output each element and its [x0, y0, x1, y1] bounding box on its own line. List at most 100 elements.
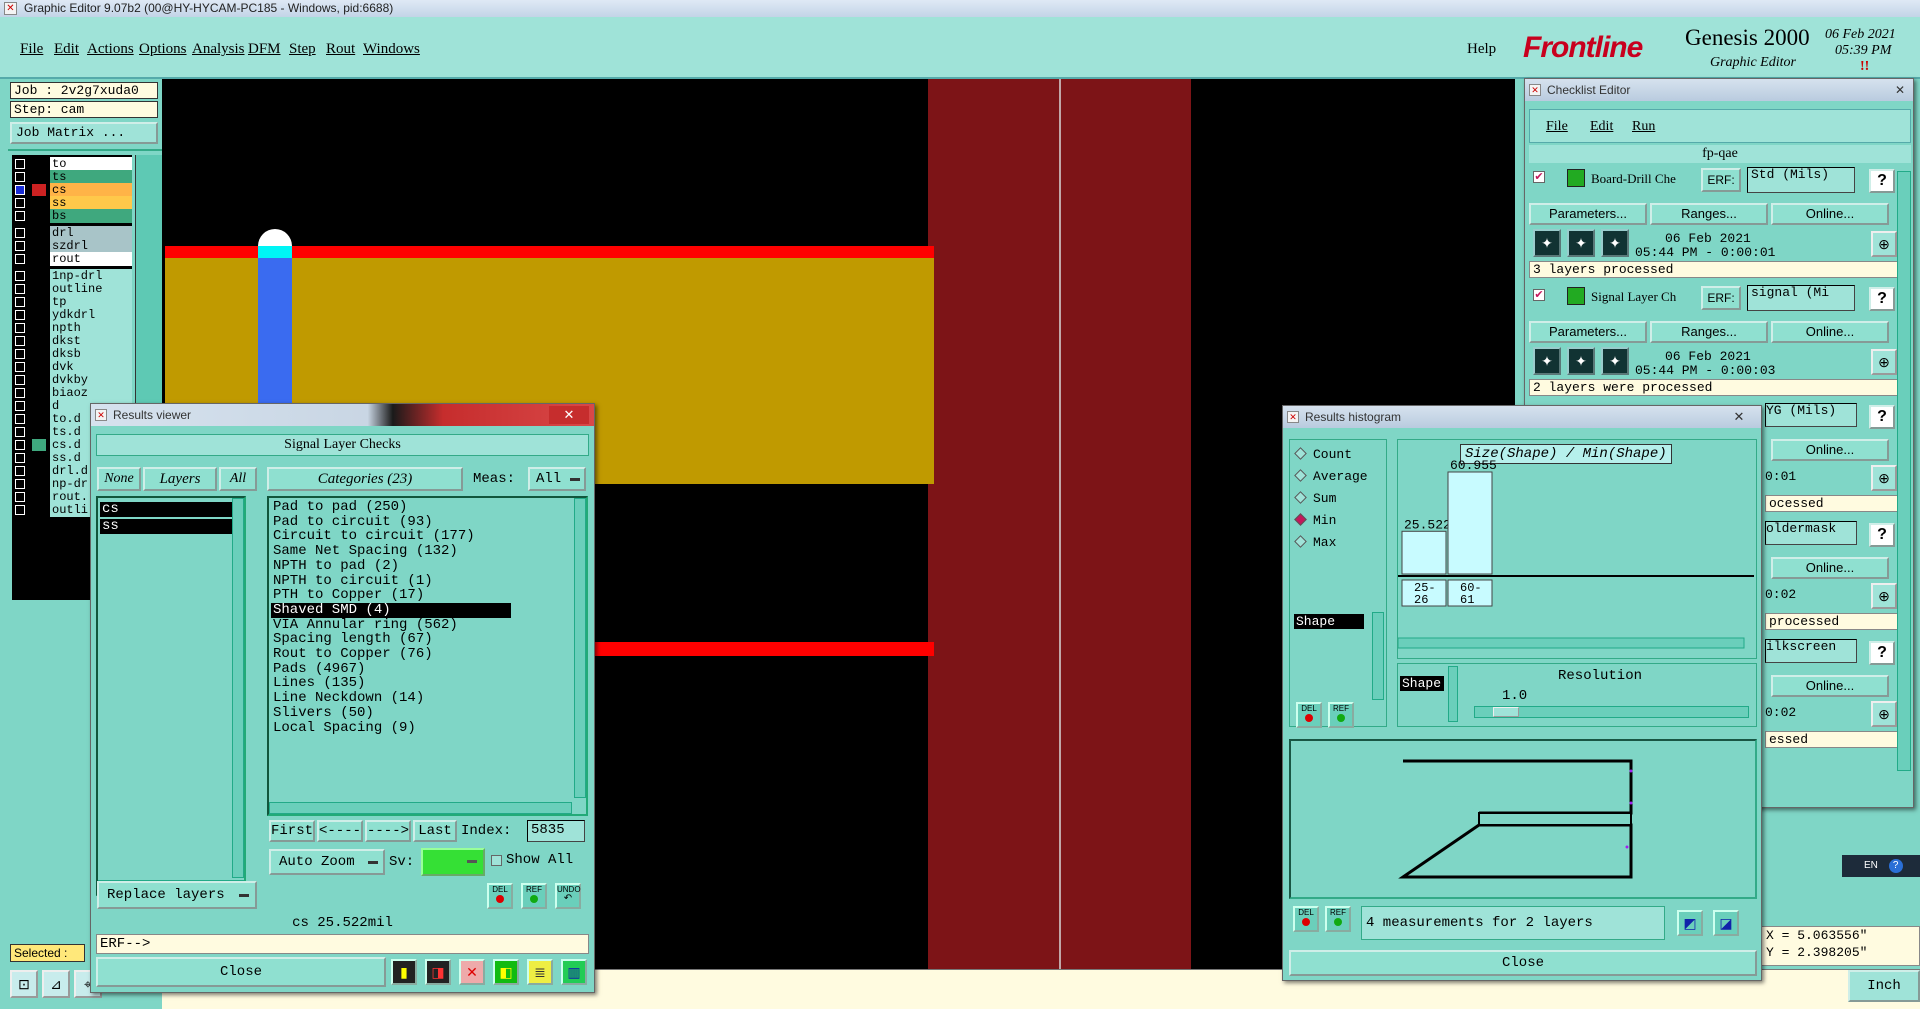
layer-checkbox[interactable] [15, 336, 25, 346]
layer-row-8[interactable]: 1np-drl [14, 269, 132, 283]
run-icon[interactable]: ✦ [1601, 347, 1629, 375]
menu-windows[interactable]: Windows [363, 41, 420, 58]
layer-checkbox[interactable] [15, 159, 25, 169]
menu-file[interactable]: File [20, 41, 43, 58]
layer-row-10[interactable]: tp [14, 295, 132, 309]
next-measure-icon[interactable]: ◪ [1713, 910, 1739, 936]
checkmark-icon[interactable]: ✔ [1533, 289, 1545, 301]
layer-checkbox[interactable] [15, 492, 25, 502]
layer-row-9[interactable]: outline [14, 282, 132, 296]
all-button[interactable]: All [219, 467, 257, 491]
close-icon[interactable]: ✕ [549, 406, 589, 424]
auto-zoom-select[interactable]: Auto Zoom [269, 849, 385, 875]
category-item[interactable]: Same Net Spacing (132) [271, 544, 511, 559]
erf-field[interactable]: ERF--> [96, 934, 589, 954]
checklist-menu-file[interactable]: File [1546, 119, 1568, 135]
category-item[interactable]: Rout to Copper (76) [271, 647, 511, 662]
checklist-scrollbar[interactable] [1897, 171, 1911, 771]
zoom-icon[interactable]: ⊕ [1871, 231, 1897, 257]
layer-row-12[interactable]: npth [14, 321, 132, 335]
hist-ref2-button[interactable]: REF [1325, 906, 1351, 932]
first-button[interactable]: First [269, 820, 315, 842]
radio-icon[interactable] [1294, 491, 1307, 504]
layer-checkbox[interactable] [15, 198, 25, 208]
close-icon[interactable]: ✕ [1895, 79, 1905, 101]
zoom-icon[interactable]: ⊕ [1871, 465, 1897, 491]
layer-checkbox[interactable] [15, 466, 25, 476]
prev-measure-icon[interactable]: ◩ [1677, 910, 1703, 936]
layer-row-2[interactable]: cs [14, 183, 132, 197]
stat-option[interactable]: Max [1294, 534, 1336, 552]
layer-checkbox[interactable] [15, 323, 25, 333]
layer-checkbox[interactable] [15, 284, 25, 294]
category-item[interactable]: Shaved SMD (4) [271, 602, 511, 618]
menu-step[interactable]: Step [289, 41, 316, 58]
radio-icon[interactable] [1294, 535, 1307, 548]
menu-actions[interactable]: Actions [87, 41, 134, 58]
none-button[interactable]: None [97, 467, 141, 491]
run-icon[interactable]: ✦ [1533, 229, 1561, 257]
help-button[interactable]: ? [1869, 169, 1895, 193]
run-icon[interactable]: ✦ [1567, 347, 1595, 375]
help-button[interactable]: ? [1869, 405, 1895, 429]
export-icon[interactable]: ◧ [493, 959, 519, 985]
zoom-icon[interactable]: ⊕ [1871, 349, 1897, 375]
layer-row-6[interactable]: szdrl [14, 239, 132, 253]
erf-units[interactable]: YG (Mils) [1765, 403, 1857, 427]
resolution-slider[interactable] [1474, 706, 1749, 718]
layer-checkbox[interactable] [15, 479, 25, 489]
report-icon[interactable]: ◨ [425, 959, 451, 985]
highlight-icon[interactable]: ▮ [391, 959, 417, 985]
checklist-menu-edit[interactable]: Edit [1590, 119, 1613, 135]
layer-checkbox[interactable] [15, 211, 25, 221]
index-input[interactable]: 5835 [527, 820, 585, 842]
parameters-button[interactable]: Parameters... [1529, 203, 1647, 225]
erf-units[interactable]: oldermask [1765, 521, 1857, 545]
category-list-hscrollbar[interactable] [269, 802, 572, 814]
clear-icon[interactable]: ✕ [459, 959, 485, 985]
resolution-slider-handle[interactable] [1493, 707, 1519, 717]
units-button[interactable]: Inch [1848, 970, 1920, 1002]
checkmark-icon[interactable]: ✔ [1533, 171, 1545, 183]
layer-row-11[interactable]: ydkdrl [14, 308, 132, 322]
online-button[interactable]: Online... [1771, 203, 1889, 225]
category-item[interactable]: Slivers (50) [271, 705, 511, 721]
parameters-button[interactable]: Parameters... [1529, 321, 1647, 343]
layer-checkbox[interactable] [15, 401, 25, 411]
categories-button[interactable]: Categories (23) [267, 467, 463, 491]
erf-units[interactable]: Std (Mils) [1747, 167, 1855, 193]
results-close-button[interactable]: Close [96, 957, 386, 987]
hist-del2-button[interactable]: DEL [1293, 906, 1319, 932]
next-button[interactable]: ----> [365, 820, 411, 842]
layer-checkbox[interactable] [15, 440, 25, 450]
layer-row-13[interactable]: dkst [14, 334, 132, 348]
measure-tool-button[interactable]: ⊿ [42, 970, 70, 998]
layer-checkbox[interactable] [15, 310, 25, 320]
online-button[interactable]: Online... [1771, 321, 1889, 343]
layer-row-4[interactable]: bs [14, 209, 132, 223]
layer-row-7[interactable]: rout [14, 252, 132, 266]
online-button[interactable]: Online... [1771, 675, 1889, 697]
category-list[interactable]: Pad to pad (250) Pad to circuit (93) Circu… [267, 496, 588, 816]
category-item[interactable]: Pad to pad (250) [271, 500, 511, 515]
help-button[interactable]: ? [1869, 523, 1895, 547]
layer-item-cs[interactable]: cs [100, 502, 232, 517]
erf-units[interactable]: signal (Mi [1747, 285, 1855, 311]
del-button[interactable]: DEL [487, 883, 513, 909]
ranges-button[interactable]: Ranges... [1650, 321, 1768, 343]
histogram-bar[interactable] [1447, 471, 1493, 575]
close-icon[interactable]: ✕ [1719, 408, 1759, 426]
layer-results-list[interactable]: cs ss [96, 496, 246, 896]
show-all-checkbox[interactable] [491, 855, 502, 866]
layer-row-15[interactable]: dvk [14, 360, 132, 374]
online-button[interactable]: Online... [1771, 439, 1889, 461]
last-button[interactable]: Last [413, 820, 457, 842]
checklist-menu-run[interactable]: Run [1632, 119, 1655, 135]
histogram-icon[interactable]: ▥ [561, 959, 587, 985]
layer-checkbox[interactable] [15, 271, 25, 281]
job-matrix-button[interactable]: Job Matrix ... [10, 122, 158, 144]
erf-button[interactable]: ERF: [1701, 168, 1741, 192]
menu-dfm[interactable]: DFM [248, 41, 281, 58]
layer-checkbox[interactable] [15, 375, 25, 385]
layer-checkbox[interactable] [15, 254, 25, 264]
